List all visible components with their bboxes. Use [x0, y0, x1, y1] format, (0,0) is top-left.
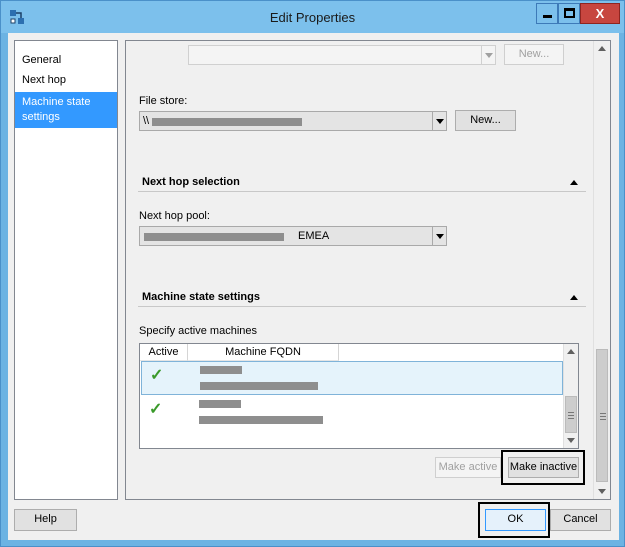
table-row[interactable]: ✓	[141, 396, 563, 430]
grip-line	[568, 418, 574, 419]
cancel-button[interactable]: Cancel	[550, 509, 611, 531]
redacted-text	[199, 400, 241, 408]
chevron-down-icon	[432, 227, 446, 245]
focus-highlight-make-inactive	[501, 450, 585, 485]
active-machines-list[interactable]: Active Machine FQDN ✓ ✓	[139, 343, 579, 449]
next-hop-section-header[interactable]: Next hop selection	[138, 172, 586, 192]
collapse-icon[interactable]	[570, 295, 578, 300]
minimize-icon	[543, 15, 552, 18]
redacted-text	[152, 118, 302, 126]
collapse-icon[interactable]	[570, 180, 578, 185]
maximize-button[interactable]	[558, 3, 580, 24]
machine-state-section-title: Machine state settings	[142, 291, 260, 303]
edit-properties-window: Edit Properties X General Next hop Machi…	[0, 0, 625, 547]
redacted-text	[200, 366, 242, 374]
grip-line	[600, 413, 606, 414]
redacted-text	[200, 382, 318, 390]
checkmark-icon: ✓	[149, 401, 163, 418]
window-title: Edit Properties	[269, 10, 356, 25]
navigation-list: General Next hop Machine state settings	[14, 40, 118, 500]
scroll-down-icon[interactable]	[567, 438, 575, 443]
checkmark-icon: ✓	[150, 367, 164, 384]
make-active-button[interactable]: Make active	[435, 457, 501, 478]
file-store-dropdown[interactable]: \\	[139, 111, 447, 131]
list-scrollbar[interactable]	[563, 344, 578, 448]
file-store-label: File store:	[139, 95, 188, 107]
maximize-icon	[564, 8, 575, 18]
nav-item-next-hop[interactable]: Next hop	[15, 73, 117, 88]
grip-line	[600, 419, 606, 420]
redacted-text	[144, 233, 284, 241]
next-hop-section-title: Next hop selection	[142, 176, 240, 188]
grip-line	[568, 415, 574, 416]
column-header-active[interactable]: Active	[140, 344, 188, 361]
chevron-down-icon	[432, 112, 446, 130]
active-machines-label: Specify active machines	[139, 325, 257, 337]
scroll-up-icon[interactable]	[598, 46, 606, 51]
help-button[interactable]: Help	[14, 509, 77, 531]
minimize-button[interactable]	[536, 3, 558, 24]
next-hop-pool-value: EMEA	[298, 230, 330, 242]
panel-scroll-thumb[interactable]	[596, 349, 608, 482]
redacted-text	[199, 416, 323, 424]
column-header-machine-fqdn[interactable]: Machine FQDN	[188, 344, 339, 361]
close-icon: X	[595, 6, 605, 21]
chevron-down-icon	[481, 46, 495, 64]
title-bar[interactable]: Edit Properties X	[1, 1, 624, 33]
scroll-down-icon[interactable]	[598, 489, 606, 494]
dialog-client-area: General Next hop Machine state settings …	[8, 33, 619, 540]
close-button[interactable]: X	[580, 3, 620, 24]
grip-line	[600, 416, 606, 417]
file-store-value: \\	[143, 115, 150, 127]
table-row[interactable]: ✓	[141, 361, 563, 395]
grip-line	[568, 412, 574, 413]
next-hop-pool-label: Next hop pool:	[139, 210, 210, 222]
scroll-up-icon[interactable]	[567, 349, 575, 354]
machine-state-section-header[interactable]: Machine state settings	[138, 287, 586, 307]
next-hop-pool-dropdown[interactable]: EMEA	[139, 226, 447, 246]
settings-panel: New... File store: \\ New... Next hop se…	[125, 40, 611, 500]
top-new-button[interactable]: New...	[504, 44, 564, 65]
top-dropdown[interactable]	[188, 45, 496, 65]
nav-item-general[interactable]: General	[15, 53, 117, 68]
list-scroll-thumb[interactable]	[565, 396, 577, 433]
focus-highlight-ok	[478, 502, 550, 538]
file-store-new-button[interactable]: New...	[455, 110, 516, 131]
panel-scrollbar[interactable]	[593, 41, 610, 499]
nav-item-machine-state-settings[interactable]: Machine state settings	[15, 92, 117, 128]
